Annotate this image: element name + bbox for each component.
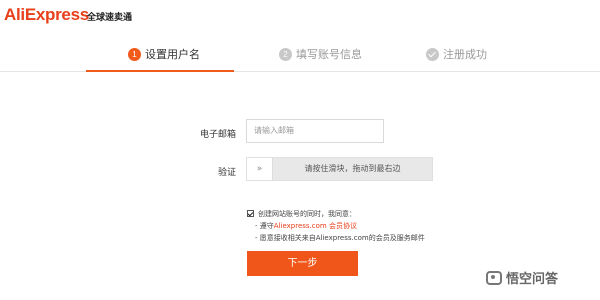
agree-checkbox[interactable]: [247, 210, 254, 217]
chat-bubble-icon: [486, 270, 502, 285]
email-input[interactable]: 请输入邮箱: [246, 119, 384, 143]
header: AliExpress 全球速卖通: [0, 0, 600, 34]
registration-steps: 1 设置用户名 2 填写账号信息 注册成功: [0, 36, 600, 72]
step-label: 填写账号信息: [296, 48, 362, 61]
aliexpress-logo[interactable]: AliExpress: [4, 5, 89, 25]
agreement-line3: - 愿意接收相关来自Aliexpress.com的会员及服务邮件: [255, 234, 425, 242]
logo-slogan: 全球速卖通: [87, 13, 133, 23]
step-number-badge: 1: [128, 47, 141, 61]
step-label: 设置用户名: [145, 48, 200, 61]
watermark: 悟空问答: [486, 268, 558, 287]
active-step-indicator: [86, 70, 234, 72]
step-set-username: 1 设置用户名: [128, 46, 200, 62]
email-label: 电子邮箱: [199, 130, 236, 140]
step-label: 注册成功: [443, 48, 487, 61]
verify-label: 验证: [217, 168, 236, 178]
step-success: 注册成功: [426, 46, 487, 62]
watermark-text: 悟空问答: [506, 272, 559, 287]
step-account-info: 2 填写账号信息: [279, 46, 362, 62]
agreement-line1: 创建网站账号的同时，我同意：: [258, 210, 356, 218]
logo-express-text: Express: [24, 5, 89, 24]
next-step-button[interactable]: 下一步: [247, 251, 358, 276]
aliexpress-link[interactable]: Aliexpress.com: [274, 222, 327, 230]
step-number-badge: 2: [279, 47, 292, 61]
check-circle-icon: [426, 47, 439, 61]
agreement-line2-prefix: - 遵守: [255, 222, 274, 230]
member-agreement-link[interactable]: 会员协议: [329, 222, 357, 230]
logo-ali-text: Ali: [4, 5, 25, 24]
slide-verify-hint: 请按住滑块，拖动到最右边: [304, 164, 401, 173]
slide-verify-handle[interactable]: »: [247, 158, 273, 180]
slide-verify-track: » 请按住滑块，拖动到最右边: [246, 157, 433, 181]
agreement-line2: - 遵守Aliexpress.com 会员协议: [255, 221, 357, 232]
